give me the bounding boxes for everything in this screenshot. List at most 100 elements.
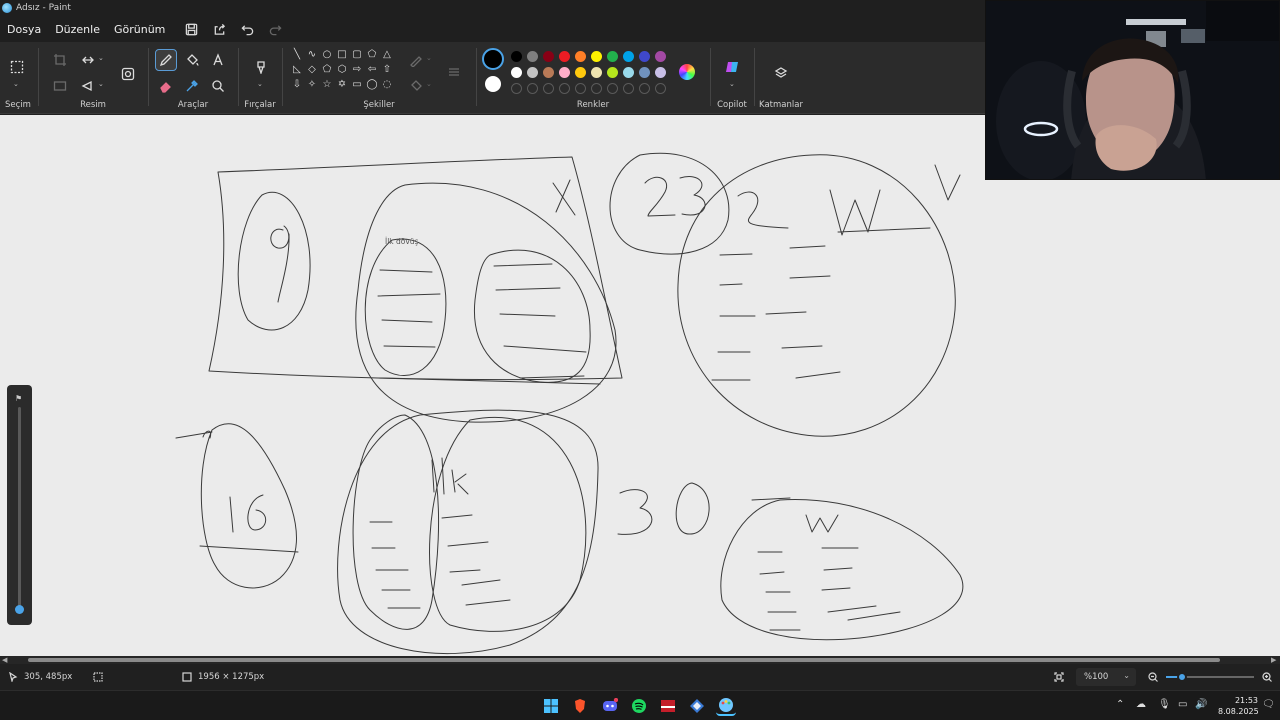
- copilot-button[interactable]: [721, 56, 743, 78]
- selection-button[interactable]: [6, 56, 28, 78]
- color-swatch[interactable]: [559, 67, 570, 78]
- remove-background-button[interactable]: [116, 62, 140, 86]
- callout-oval-shape-icon[interactable]: ◯: [365, 78, 379, 92]
- eraser-button[interactable]: [156, 76, 176, 96]
- triangle-shape-icon[interactable]: △: [380, 48, 394, 62]
- custom-color-slot[interactable]: [655, 83, 666, 94]
- color-swatch[interactable]: [511, 67, 522, 78]
- color-swatch[interactable]: [623, 51, 634, 62]
- color-swatch[interactable]: [543, 67, 554, 78]
- color-picker-button[interactable]: [182, 76, 202, 96]
- microphone-icon[interactable]: 🎙: [1158, 699, 1171, 710]
- edit-colors-button[interactable]: [679, 64, 695, 80]
- color-swatch[interactable]: [639, 67, 650, 78]
- pentagon-shape-icon[interactable]: ⬠: [320, 63, 334, 77]
- save-button[interactable]: [180, 18, 202, 40]
- drawing-canvas[interactable]: [0, 115, 1280, 656]
- color-swatch[interactable]: [655, 67, 666, 78]
- redo-button[interactable]: [264, 18, 286, 40]
- color-swatch[interactable]: [511, 51, 522, 62]
- primary-color[interactable]: [482, 48, 504, 70]
- taskbar-discord[interactable]: [600, 696, 620, 716]
- color-swatch[interactable]: [543, 51, 554, 62]
- color-swatch[interactable]: [575, 67, 586, 78]
- magnifier-button[interactable]: [208, 76, 228, 96]
- taskbar-paint[interactable]: [716, 696, 736, 716]
- resize-button[interactable]: [78, 50, 98, 70]
- arrow-right-shape-icon[interactable]: ⇨: [350, 63, 364, 77]
- color-swatch[interactable]: [639, 51, 650, 62]
- custom-color-slot[interactable]: [543, 83, 554, 94]
- fill-shape-button[interactable]: [406, 76, 426, 96]
- horizontal-scrollbar[interactable]: ◀ ▶: [0, 656, 1280, 664]
- zoom-track[interactable]: [18, 407, 21, 607]
- volume-icon[interactable]: 🔊: [1195, 699, 1207, 710]
- color-swatch[interactable]: [623, 67, 634, 78]
- custom-color-slot[interactable]: [527, 83, 538, 94]
- layers-button[interactable]: [770, 62, 792, 84]
- curve-shape-icon[interactable]: ∿: [305, 48, 319, 62]
- taskbar-brave[interactable]: [570, 696, 590, 716]
- zoom-level-select[interactable]: %100 ⌄: [1076, 668, 1136, 686]
- color-swatch[interactable]: [591, 51, 602, 62]
- rounded-rectangle-shape-icon[interactable]: ▢: [350, 48, 364, 62]
- menu-view[interactable]: Görünüm: [107, 23, 172, 36]
- scroll-left-icon[interactable]: ◀: [2, 656, 7, 664]
- rectangle-shape-icon[interactable]: □: [335, 48, 349, 62]
- secondary-color[interactable]: [485, 76, 501, 92]
- notification-icon[interactable]: 🗨: [1262, 699, 1275, 710]
- crop-button[interactable]: [50, 50, 70, 70]
- hexagon-shape-icon[interactable]: ⬡: [335, 63, 349, 77]
- scroll-thumb[interactable]: [28, 658, 1220, 662]
- color-swatch[interactable]: [527, 51, 538, 62]
- fit-to-window-button[interactable]: [1054, 672, 1070, 682]
- zoom-slider-knob[interactable]: [1177, 672, 1187, 682]
- diamond-shape-icon[interactable]: ◇: [305, 63, 319, 77]
- color-swatch[interactable]: [607, 51, 618, 62]
- line-shape-icon[interactable]: ╲: [290, 48, 304, 62]
- scroll-right-icon[interactable]: ▶: [1271, 656, 1276, 664]
- fill-button[interactable]: [182, 50, 202, 70]
- canvas-zoom-slider[interactable]: ⚑: [7, 385, 32, 625]
- color-swatch[interactable]: [527, 67, 538, 78]
- custom-color-slot[interactable]: [591, 83, 602, 94]
- rotate-button[interactable]: [78, 76, 98, 96]
- right-triangle-shape-icon[interactable]: ◺: [290, 63, 304, 77]
- tray-overflow-icon[interactable]: ⌃: [1116, 699, 1124, 710]
- custom-color-slot[interactable]: [639, 83, 650, 94]
- outline-button[interactable]: [406, 50, 426, 70]
- callout-rect-shape-icon[interactable]: ▭: [350, 78, 364, 92]
- color-swatch[interactable]: [559, 51, 570, 62]
- network-icon[interactable]: ▭: [1178, 699, 1187, 710]
- custom-color-slot[interactable]: [623, 83, 634, 94]
- arrow-left-shape-icon[interactable]: ⇦: [365, 63, 379, 77]
- system-clock[interactable]: 21:53 8.08.2025: [1218, 695, 1259, 717]
- zoom-slider[interactable]: [1166, 672, 1254, 682]
- star4-shape-icon[interactable]: ✧: [305, 78, 319, 92]
- pencil-button[interactable]: [155, 49, 177, 71]
- menu-edit[interactable]: Düzenle: [48, 23, 107, 36]
- oval-shape-icon[interactable]: ○: [320, 48, 334, 62]
- onedrive-icon[interactable]: ☁: [1136, 699, 1146, 710]
- custom-color-slot[interactable]: [511, 83, 522, 94]
- taskbar-spotify[interactable]: [629, 696, 649, 716]
- color-swatch[interactable]: [607, 67, 618, 78]
- share-button[interactable]: [208, 18, 230, 40]
- color-swatch[interactable]: [575, 51, 586, 62]
- menu-file[interactable]: Dosya: [0, 23, 48, 36]
- custom-color-slot[interactable]: [575, 83, 586, 94]
- color-swatch[interactable]: [591, 67, 602, 78]
- undo-button[interactable]: [236, 18, 258, 40]
- image-select-button[interactable]: [50, 76, 70, 96]
- color-swatch[interactable]: [655, 51, 666, 62]
- arrow-down-shape-icon[interactable]: ⇩: [290, 78, 304, 92]
- star6-shape-icon[interactable]: ✡: [335, 78, 349, 92]
- callout-cloud-shape-icon[interactable]: ◌: [380, 78, 394, 92]
- brushes-button[interactable]: [250, 56, 272, 78]
- zoom-in-button[interactable]: [1262, 672, 1278, 682]
- text-button[interactable]: [208, 50, 228, 70]
- star5-shape-icon[interactable]: ☆: [320, 78, 334, 92]
- shape-size-button[interactable]: [442, 60, 466, 84]
- taskbar-media-app[interactable]: [658, 696, 678, 716]
- arrow-up-shape-icon[interactable]: ⇧: [380, 63, 394, 77]
